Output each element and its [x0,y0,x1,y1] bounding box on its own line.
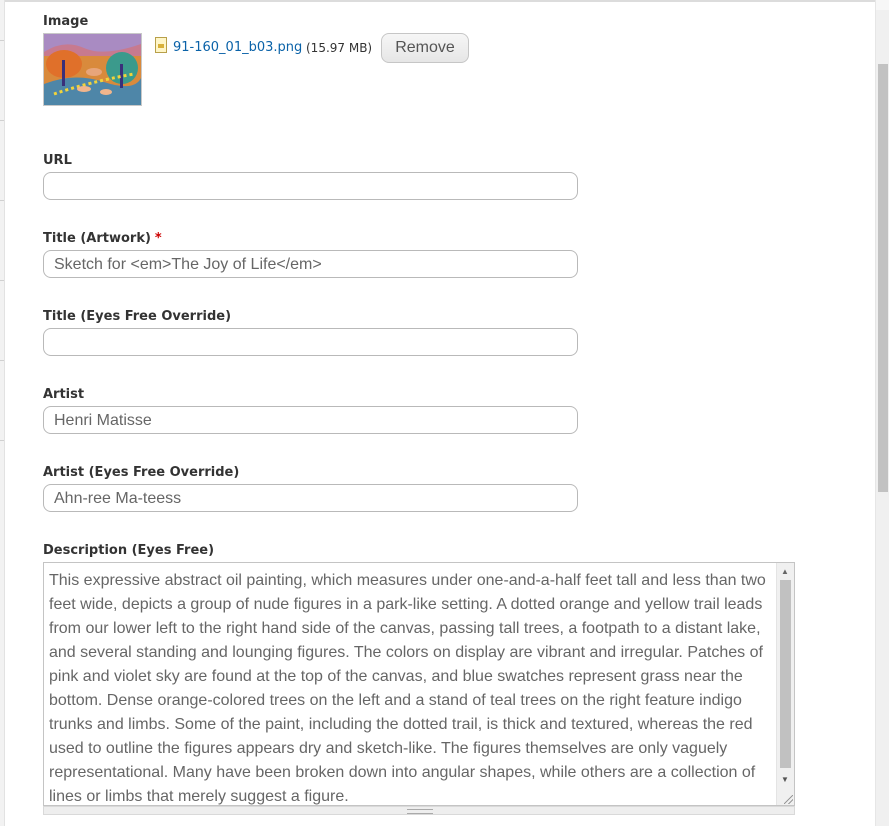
description-label: Description (Eyes Free) [43,543,215,558]
textarea-grippie[interactable] [43,806,795,815]
artist-eyes-free-input[interactable]: Ahn-ree Ma-teess [43,484,578,512]
scroll-down-arrow-icon[interactable]: ▼ [781,775,789,784]
remove-button[interactable]: Remove [381,33,469,63]
file-name-link[interactable]: 91-160_01_b03.png [173,40,302,55]
description-text: This expressive abstract oil painting, w… [49,572,766,805]
url-input[interactable] [43,172,578,200]
scroll-up-arrow-icon[interactable]: ▲ [781,567,789,576]
image-thumbnail[interactable] [43,33,142,106]
title-eyes-free-label: Title (Eyes Free Override) [43,309,232,324]
page-scrollbar-thumb[interactable] [878,64,888,492]
description-textarea[interactable]: This expressive abstract oil painting, w… [43,562,795,806]
scrollbar-cap [876,0,889,10]
textarea-scrollbar[interactable]: ▲ ▼ [776,563,794,805]
title-artwork-label: Title (Artwork) * [43,231,162,246]
title-artwork-input[interactable]: Sketch for <em>The Joy of Life</em> [43,250,578,278]
title-eyes-free-input[interactable] [43,328,578,356]
required-marker: * [154,231,162,246]
left-panel-edge [0,0,5,826]
artist-label: Artist [43,387,85,402]
artist-eyes-free-label: Artist (Eyes Free Override) [43,465,240,480]
file-size: (15.97 MB) [306,41,373,55]
url-label: URL [43,153,72,168]
title-artwork-label-text: Title (Artwork) [43,231,151,246]
image-label: Image [43,14,89,29]
page-scrollbar[interactable] [875,0,889,826]
artist-input[interactable]: Henri Matisse [43,406,578,434]
resize-handle-icon[interactable] [784,795,793,804]
painting-thumbnail-graphic [44,34,141,105]
top-border [4,0,875,2]
textarea-scrollbar-thumb[interactable] [780,580,791,768]
image-file-icon [155,37,167,53]
